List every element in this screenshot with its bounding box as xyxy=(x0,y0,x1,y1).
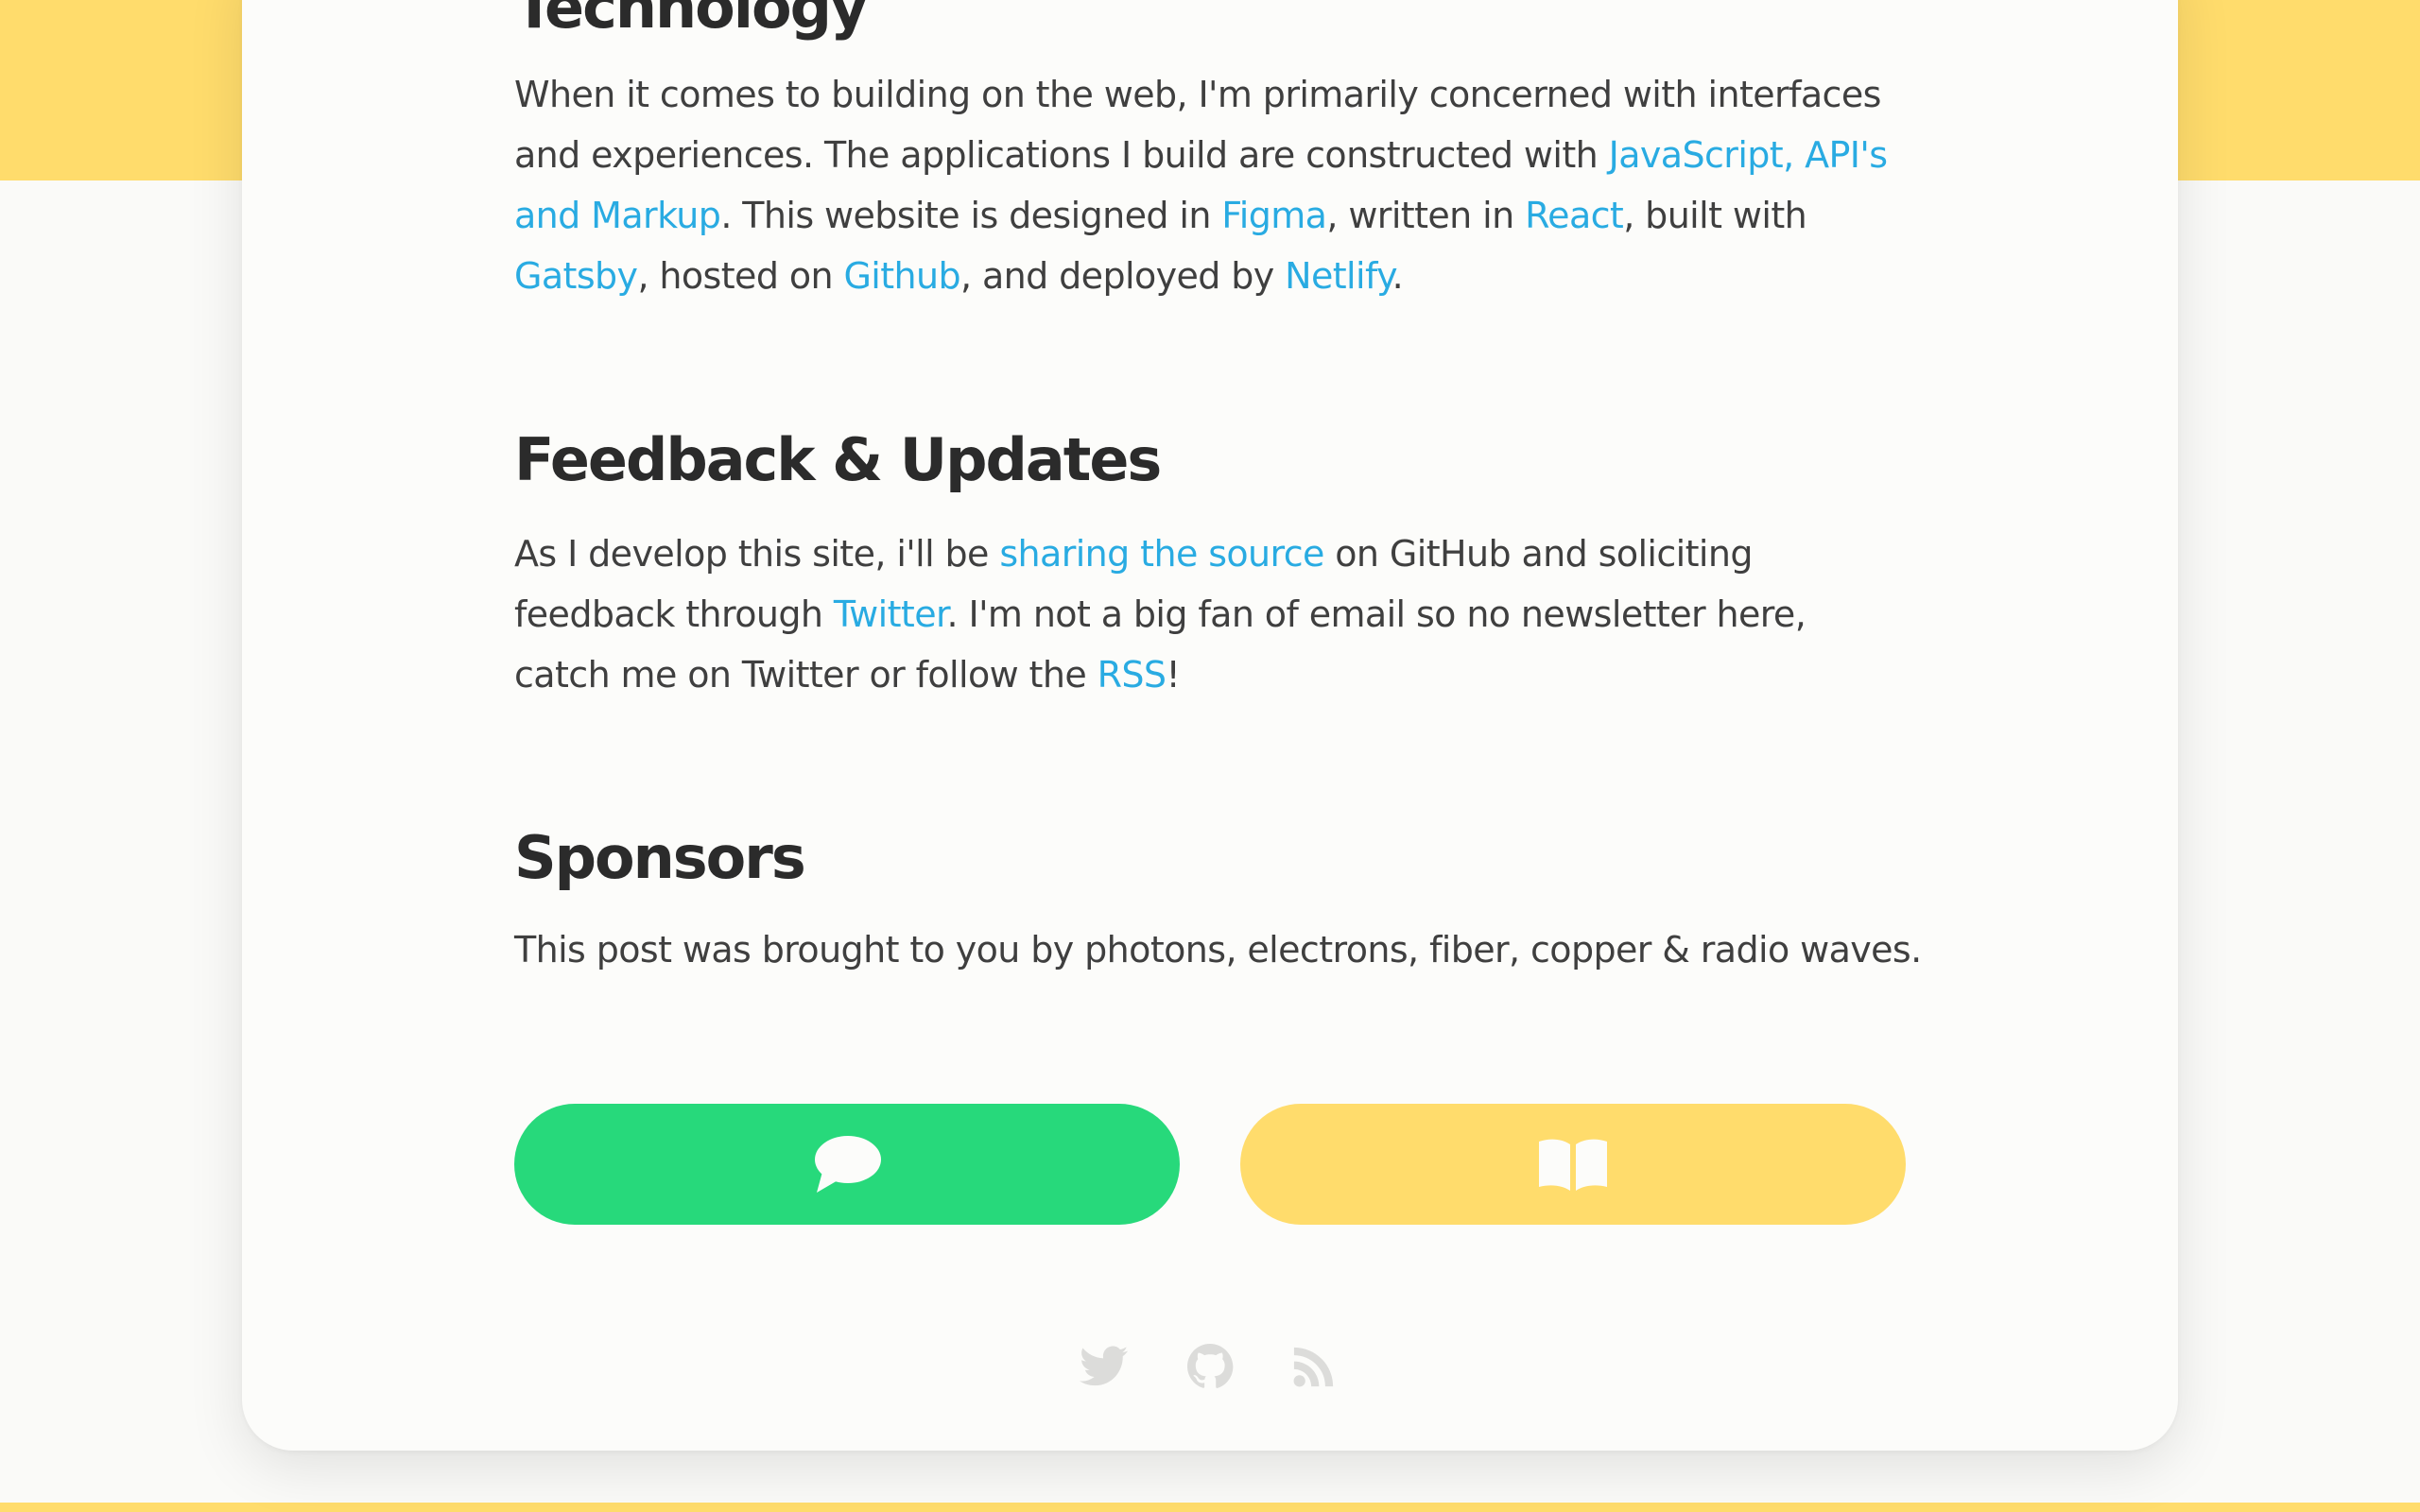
rss-icon xyxy=(1293,1347,1334,1387)
technology-paragraph: When it comes to building on the web, I'… xyxy=(514,64,1904,306)
text-run: As I develop this site, i'll be xyxy=(514,533,1000,575)
link-rss[interactable]: RSS xyxy=(1098,654,1167,696)
link-github[interactable]: Github xyxy=(843,255,960,297)
text-run: , hosted on xyxy=(637,255,844,297)
link-sharing-source[interactable]: sharing the source xyxy=(999,533,1324,575)
text-run: . This website is designed in xyxy=(720,195,1222,236)
text-run: ! xyxy=(1166,654,1181,696)
link-figma[interactable]: Figma xyxy=(1221,195,1327,236)
open-book-icon xyxy=(1539,1139,1607,1191)
link-twitter[interactable]: Twitter xyxy=(834,593,947,635)
sponsors-paragraph: This post was brought to you by photons,… xyxy=(514,929,1922,971)
twitter-icon xyxy=(1080,1346,1129,1386)
feedback-paragraph: As I develop this site, i'll be sharing … xyxy=(514,524,1904,705)
link-netlify[interactable]: Netlify xyxy=(1285,255,1392,297)
section-title-feedback: Feedback & Updates xyxy=(514,425,1162,494)
footer-github-link[interactable] xyxy=(1184,1340,1236,1393)
link-react[interactable]: React xyxy=(1525,195,1624,236)
text-run: , and deployed by xyxy=(960,255,1286,297)
text-run: , written in xyxy=(1326,195,1526,236)
link-gatsby[interactable]: Gatsby xyxy=(514,255,638,297)
read-more-button[interactable] xyxy=(1240,1104,1906,1225)
footer-twitter-link[interactable] xyxy=(1078,1340,1131,1393)
github-icon xyxy=(1187,1344,1234,1388)
section-title-technology: Technology xyxy=(514,0,868,42)
section-title-sponsors: Sponsors xyxy=(514,823,806,892)
chat-bubble-icon xyxy=(815,1136,881,1193)
discuss-button[interactable] xyxy=(514,1104,1180,1225)
text-run: . xyxy=(1392,255,1404,297)
footer-rss-link[interactable] xyxy=(1288,1340,1340,1393)
footer-accent-band xyxy=(0,1503,2420,1512)
text-run: , built with xyxy=(1623,195,1807,236)
